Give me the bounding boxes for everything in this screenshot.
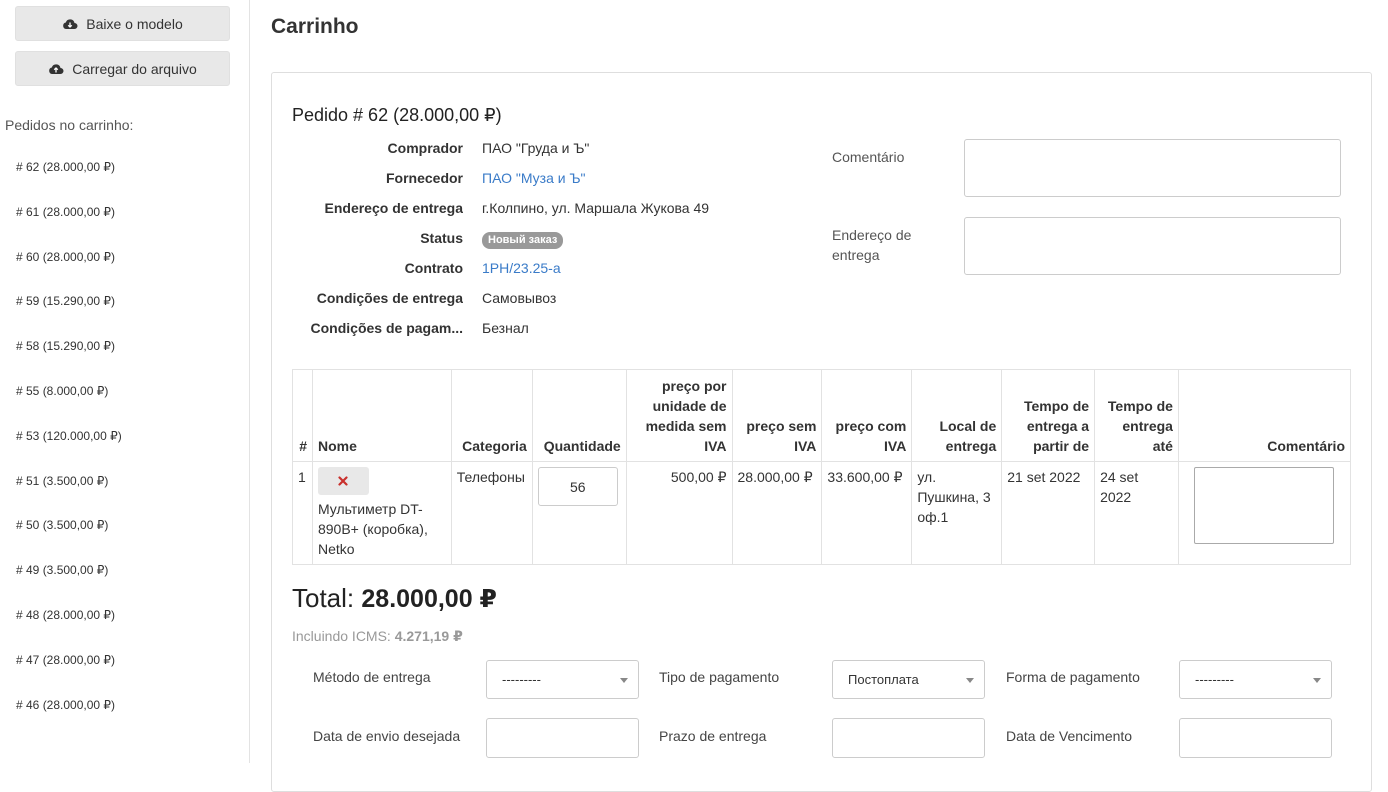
cart-order-item[interactable]: # 58 (15.290,00 ₽) (16, 334, 122, 379)
status-value: Новый заказ (482, 230, 564, 249)
payment-form-value: --------- (1195, 672, 1234, 687)
delivery-address-value: г.Колпино, ул. Маршала Жукова 49 (482, 200, 710, 216)
col-quantity: Quantidade (531, 369, 627, 462)
cloud-download-icon (62, 18, 78, 30)
cell-time-to: 24 set 2022 (1094, 461, 1179, 565)
col-price-no-vat: preço sem IVA (731, 369, 823, 462)
col-location: Local de entrega (911, 369, 1003, 462)
due-date-label: Data de Vencimento (1006, 728, 1133, 744)
order-comment-label: Comentário (832, 149, 905, 165)
icms-value: 4.271,19 ₽ (394, 628, 463, 644)
cell-price-no-vat: 28.000,00 ₽ (731, 461, 823, 565)
buyer-label: Comprador (387, 140, 463, 156)
cell-category: Телефоны (450, 461, 533, 565)
due-date-input[interactable] (1179, 718, 1332, 758)
order-address-label: Endereço de entrega (832, 227, 912, 263)
cart-order-item[interactable]: # 51 (3.500,00 ₽) (16, 469, 122, 514)
order-total: Total: 28.000,00 ₽ (292, 583, 497, 614)
icms-label: Incluindo ICMS: (292, 628, 391, 644)
cart-order-item[interactable]: # 55 (8.000,00 ₽) (16, 379, 122, 424)
desired-ship-date-input[interactable] (486, 718, 639, 758)
delivery-term-label: Prazo de entrega (659, 728, 767, 744)
chevron-down-icon (1313, 678, 1321, 683)
cart-order-item[interactable]: # 47 (28.000,00 ₽) (16, 648, 122, 693)
items-table: # Nome Categoria Quantidade preço por un… (292, 369, 1352, 565)
delivery-address-label: Endereço de entrega (324, 200, 464, 216)
cart-order-item[interactable]: # 48 (28.000,00 ₽) (16, 603, 122, 648)
cell-unit-price: 500,00 ₽ (625, 461, 733, 565)
supplier-link[interactable]: ПАО "Муза и Ъ" (482, 170, 586, 186)
close-icon (338, 476, 349, 486)
table-row: 1 Мультиметр DT-890B+ (коробка), Netko Т… (292, 461, 1352, 565)
buyer-value: ПАО "Груда и Ъ" (482, 140, 590, 156)
col-time-to: Tempo de entrega até (1094, 369, 1179, 462)
cart-order-item[interactable]: # 60 (28.000,00 ₽) (16, 245, 122, 290)
col-time-from: Tempo de entrega a partir de (1001, 369, 1096, 462)
col-num: # (292, 369, 313, 462)
quantity-input[interactable] (537, 467, 618, 506)
order-heading: Pedido # 62 (28.000,00 ₽) (292, 105, 502, 125)
total-label: Total: (292, 583, 355, 613)
download-template-label: Baixe o modelo (86, 15, 183, 32)
cart-order-item[interactable]: # 50 (3.500,00 ₽) (16, 513, 122, 558)
item-name: Мультиметр DT-890B+ (коробка), Netko (317, 501, 428, 557)
cloud-upload-icon (48, 63, 64, 75)
sidebar: Baixe o modelo Carregar do arquivo Pedid… (0, 0, 250, 763)
payment-terms-value: Безнал (482, 320, 529, 336)
cart-order-item[interactable]: # 49 (3.500,00 ₽) (16, 558, 122, 603)
icms-line: Incluindo ICMS: 4.271,19 ₽ (292, 628, 463, 645)
supplier-label: Fornecedor (385, 170, 463, 186)
payment-form-select[interactable]: --------- (1179, 660, 1332, 699)
item-comment-field[interactable] (1193, 467, 1334, 544)
delivery-method-value: --------- (502, 672, 541, 687)
order-address-field[interactable] (964, 217, 1341, 275)
cart-order-item[interactable]: # 53 (120.000,00 ₽) (16, 424, 122, 469)
page-title: Carrinho (271, 15, 359, 38)
delivery-method-label: Método de entrega (313, 669, 431, 685)
payment-form-label: Forma de pagamento (1006, 669, 1140, 685)
orders-in-cart-title: Pedidos no carrinho: (5, 117, 134, 133)
status-badge: Новый заказ (482, 232, 564, 249)
total-value: 28.000,00 ₽ (361, 585, 497, 613)
delivery-terms-value: Самовывоз (482, 290, 557, 306)
chevron-down-icon (620, 678, 628, 683)
cell-num: 1 (292, 461, 313, 565)
col-comment: Comentário (1177, 369, 1352, 462)
order-comment-field[interactable] (964, 139, 1341, 197)
cart-order-item[interactable]: # 46 (28.000,00 ₽) (16, 693, 122, 738)
cell-name: Мультиметр DT-890B+ (коробка), Netko (311, 461, 452, 565)
cell-price-vat: 33.600,00 ₽ (821, 461, 913, 565)
col-name: Nome (311, 369, 452, 462)
payment-type-select[interactable]: Постоплата (832, 660, 985, 699)
chevron-down-icon (966, 678, 974, 683)
payment-terms-label: Condições de pagam... (310, 320, 463, 336)
upload-file-button[interactable]: Carregar do arquivo (15, 51, 230, 86)
table-header-row: # Nome Categoria Quantidade preço por un… (292, 369, 1352, 462)
desired-ship-date-label: Data de envio desejada (313, 728, 461, 744)
col-price-vat: preço com IVA (821, 369, 913, 462)
delivery-term-input[interactable] (832, 718, 985, 758)
download-template-button[interactable]: Baixe o modelo (15, 6, 230, 41)
contract-label: Contrato (404, 260, 463, 276)
cart-order-item[interactable]: # 62 (28.000,00 ₽) (16, 155, 122, 200)
remove-item-button[interactable] (317, 467, 369, 495)
cart-order-item[interactable]: # 59 (15.290,00 ₽) (16, 289, 122, 334)
cell-comment (1177, 461, 1352, 565)
cart-order-item[interactable]: # 61 (28.000,00 ₽) (16, 200, 122, 245)
cell-quantity (531, 461, 627, 565)
col-unit-price: preço por unidade de medida sem IVA (625, 369, 733, 462)
status-label: Status (420, 230, 463, 246)
cart-orders-list: # 62 (28.000,00 ₽) # 61 (28.000,00 ₽) # … (16, 155, 122, 737)
delivery-method-select[interactable]: --------- (486, 660, 639, 699)
cell-time-from: 21 set 2022 (1001, 461, 1096, 565)
col-category: Categoria (450, 369, 533, 462)
cell-location: ул. Пушкина, 3 оф.1 (911, 461, 1003, 565)
upload-file-label: Carregar do arquivo (72, 60, 197, 77)
payment-type-value: Постоплата (848, 672, 919, 687)
delivery-terms-label: Condições de entrega (316, 290, 463, 306)
payment-type-label: Tipo de pagamento (659, 669, 780, 685)
order-card: Pedido # 62 (28.000,00 ₽) Comprador ПАО … (271, 72, 1372, 792)
contract-link[interactable]: 1PH/23.25-a (482, 260, 561, 276)
